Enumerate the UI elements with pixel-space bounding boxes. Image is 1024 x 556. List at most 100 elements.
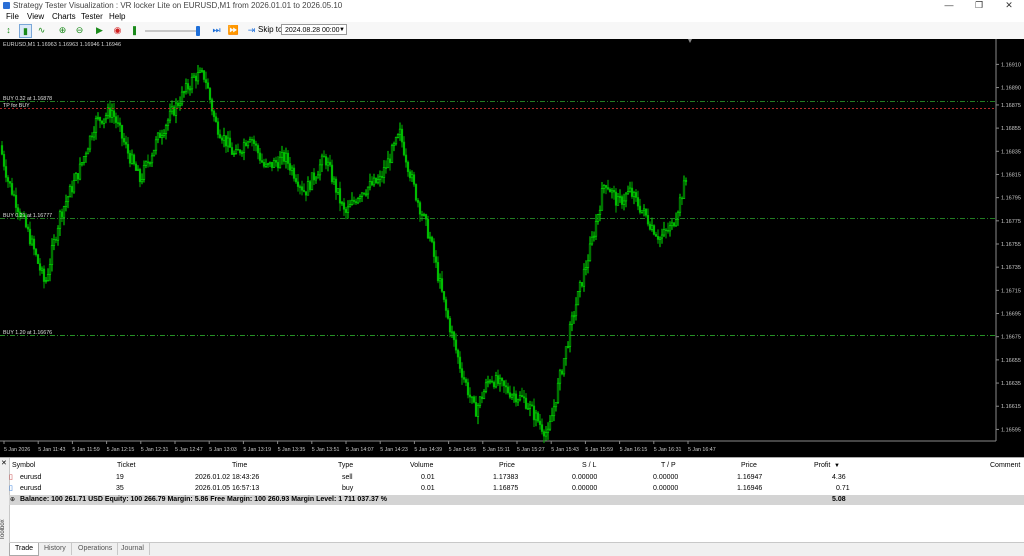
minimize-button[interactable]: — (934, 0, 964, 11)
candle-body (420, 213, 424, 216)
candle-body (606, 187, 610, 190)
candle-body (214, 116, 218, 123)
candle-body (418, 202, 422, 215)
candle-body (300, 186, 304, 191)
candle-body (32, 238, 36, 250)
cell-ticket: 35 (116, 485, 124, 492)
collapse-icon[interactable]: ⊕ (10, 495, 15, 505)
table-row[interactable]: ▯ eurusd 19 2026.01.02 18:43:26 sell 0.0… (9, 473, 1024, 483)
col-type[interactable]: Type (338, 461, 353, 471)
candle-body (58, 211, 62, 229)
candle-body (516, 399, 520, 403)
candle-body (642, 208, 646, 211)
zoom-out-icon[interactable]: ⊖ (74, 24, 85, 36)
candle-body (616, 196, 620, 206)
time-tick-label: 5 Jan 14:07 (346, 447, 374, 453)
candle-body (8, 181, 12, 184)
candlestick-icon[interactable]: ▮ (19, 24, 32, 38)
price-tick-label: 1.16695 (1001, 312, 1021, 318)
candle-body (534, 412, 538, 421)
candle-body (110, 110, 114, 118)
tab-trade[interactable]: Trade (9, 543, 40, 556)
bar-chart-icon[interactable]: ↕ (3, 24, 14, 36)
tab-operations[interactable]: Operations (73, 543, 119, 555)
col-sl[interactable]: S / L (582, 461, 596, 471)
time-tick-label: 5 Jan 16:15 (620, 447, 648, 453)
time-tick-label: 5 Jan 14:23 (380, 447, 408, 453)
col-tp[interactable]: T / P (661, 461, 676, 471)
close-button[interactable]: ✕ (994, 0, 1024, 11)
app-icon (3, 2, 10, 9)
speed-slider[interactable] (145, 30, 199, 32)
candle-body (138, 168, 142, 183)
chart-canvas[interactable]: EURUSD,M1 1.16963 1.16963 1.16946 1.1694… (0, 39, 1024, 457)
col-comment[interactable]: Comment (990, 461, 1020, 471)
line-chart-icon[interactable]: ∿ (36, 24, 47, 36)
stop-icon[interactable]: ◉ (112, 24, 123, 36)
price-tick-label: 1.16875 (1001, 103, 1021, 109)
chevron-down-icon[interactable]: ▼ (339, 25, 345, 36)
menu-charts[interactable]: Charts (52, 11, 76, 22)
fast-forward-icon[interactable]: ⏩ (228, 24, 239, 36)
candle-body (96, 116, 100, 119)
candle-body (492, 381, 496, 388)
close-icon[interactable]: ✕ (1, 460, 7, 467)
candle-body (152, 149, 156, 157)
candle-body (334, 178, 338, 193)
col-time[interactable]: Time (232, 461, 247, 471)
candle-body (254, 143, 258, 146)
time-tick-label: 5 Jan 16:47 (688, 447, 716, 453)
menu-view[interactable]: View (27, 11, 44, 22)
candle-body (322, 155, 326, 158)
col-current-price[interactable]: Price (741, 461, 757, 471)
skip-to-icon[interactable]: ⇥ (246, 24, 257, 36)
candle-body (156, 132, 160, 141)
candle-body (392, 143, 396, 147)
col-volume[interactable]: Volume (410, 461, 433, 471)
candle-body (614, 191, 618, 206)
table-row[interactable]: ▯ eurusd 35 2026.01.05 16:57:13 buy 0.01… (9, 484, 1024, 494)
window-title: Strategy Tester Visualization : VR locke… (13, 1, 343, 10)
candle-body (288, 163, 292, 171)
cell-time: 2026.01.02 18:43:26 (195, 474, 260, 481)
maximize-button[interactable]: ❐ (964, 0, 994, 11)
zoom-in-icon[interactable]: ⊕ (57, 24, 68, 36)
sort-down-icon[interactable]: ▼ (834, 461, 840, 471)
candle-body (402, 141, 406, 156)
candle-body (326, 161, 330, 166)
candle-body (256, 145, 260, 154)
candle-body (182, 91, 186, 94)
cell-sl: 0.00000 (572, 474, 598, 481)
col-profit[interactable]: Profit (814, 461, 830, 471)
menu-tester[interactable]: Tester (81, 11, 103, 22)
candle-body (612, 189, 616, 193)
candle-body (578, 282, 582, 292)
candle-body (550, 415, 554, 422)
candle-body (634, 192, 638, 198)
candle-body (438, 278, 442, 282)
play-icon[interactable]: ▶ (94, 24, 105, 36)
candle-body (436, 262, 440, 282)
skip-date-field[interactable]: 2024.08.28 00:00 ▼ (281, 24, 347, 35)
col-symbol[interactable]: Symbol (12, 461, 35, 471)
candle-body (304, 191, 308, 196)
pause-icon[interactable]: ❚ (129, 24, 140, 36)
cell-price: 1.17383 (493, 474, 519, 481)
candle-body (268, 161, 272, 165)
menu-help[interactable]: Help (109, 11, 125, 22)
time-tick-label: 5 Jan 15:43 (551, 447, 579, 453)
candle-body (380, 175, 384, 178)
candle-body (342, 202, 346, 210)
speed-slider-thumb[interactable] (196, 26, 200, 36)
price-tick-label: 1.16815 (1001, 172, 1021, 178)
menu-file[interactable]: File (6, 11, 19, 22)
time-tick-label: 5 Jan 13:35 (278, 447, 306, 453)
candle-body (362, 192, 366, 195)
candle-body (524, 397, 528, 409)
tab-journal[interactable]: Journal (116, 543, 150, 555)
step-forward-icon[interactable]: ⏭ (211, 24, 222, 36)
col-ticket[interactable]: Ticket (117, 461, 135, 471)
price-chart[interactable]: EURUSD,M1 1.16963 1.16963 1.16946 1.1694… (0, 39, 1024, 457)
col-price[interactable]: Price (499, 461, 515, 471)
tab-history[interactable]: History (39, 543, 72, 555)
